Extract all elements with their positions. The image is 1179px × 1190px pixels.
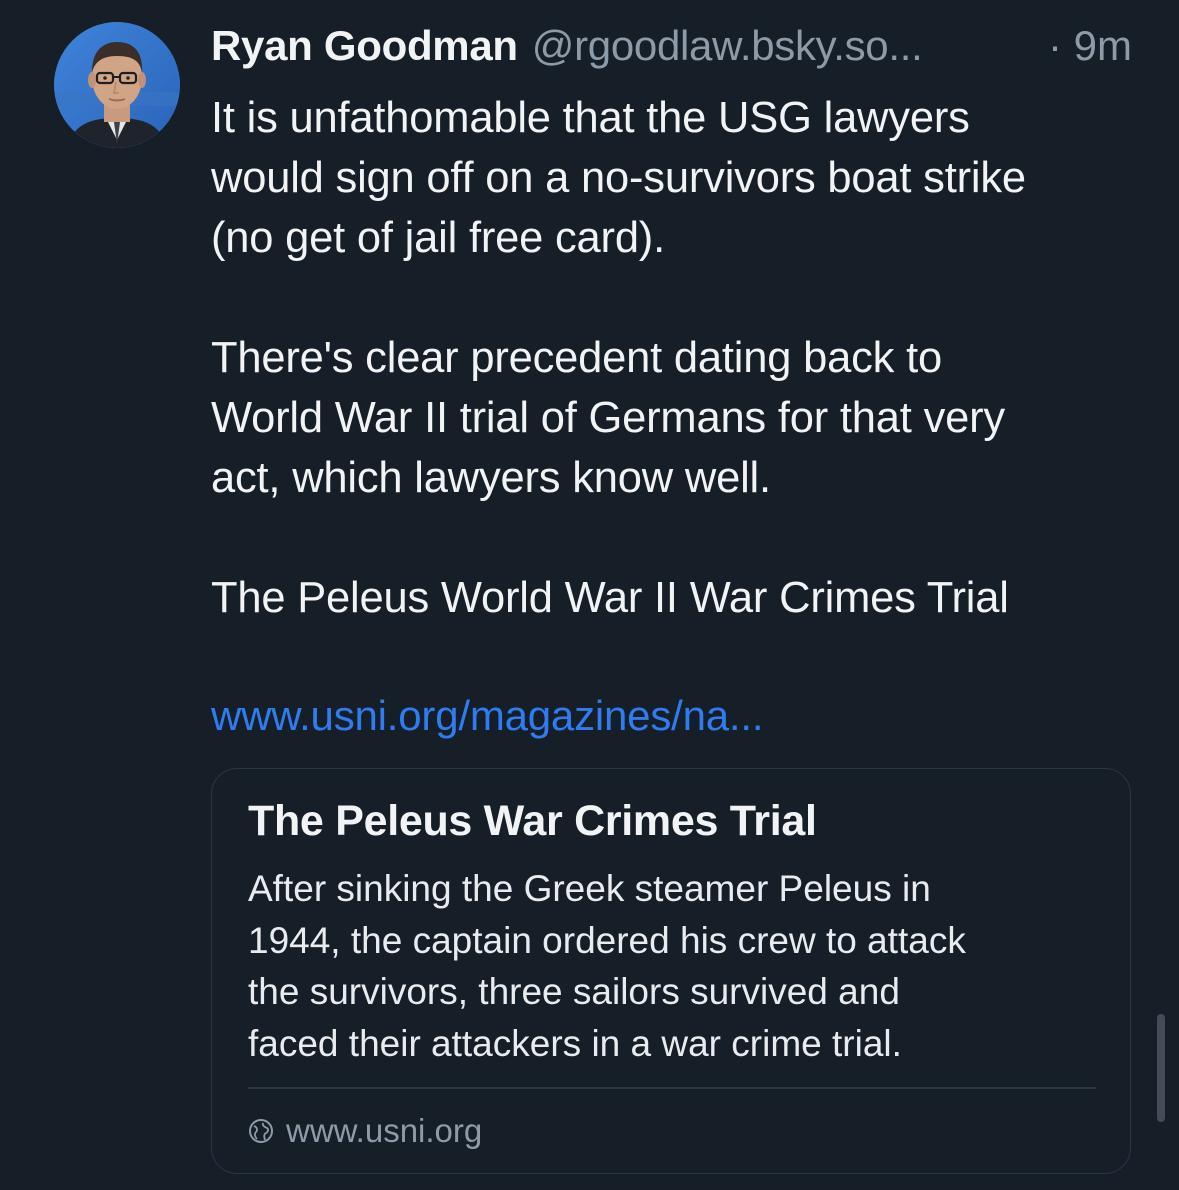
body-paragraph: The Peleus World War II War Crimes Trial — [211, 568, 1156, 628]
body-line: The Peleus World War II War Crimes Trial — [211, 574, 1009, 622]
card-footer: www.usni.org — [248, 1107, 482, 1155]
card-divider — [248, 1087, 1096, 1089]
body-line: It is unfathomable that the USG lawyers — [211, 94, 970, 142]
globe-icon — [249, 1119, 273, 1143]
body-paragraph: There's clear precedent dating back to W… — [211, 328, 1156, 508]
author-avatar[interactable] — [54, 22, 180, 148]
body-line: There's clear precedent dating back to — [211, 334, 942, 382]
author-handle[interactable]: @rgoodlaw.bsky.so... — [532, 22, 923, 70]
card-description: After sinking the Greek steamer Peleus i… — [248, 863, 1108, 1069]
card-description-line: 1944, the captain ordered his crew to at… — [248, 919, 966, 961]
body-paragraph: It is unfathomable that the USG lawyers … — [211, 88, 1156, 268]
post-timestamp[interactable]: · 9m — [1048, 22, 1132, 70]
body-line: World War II trial of Germans for that v… — [211, 394, 1005, 442]
body-line: act, which lawyers know well. — [211, 454, 771, 502]
card-description-line: the survivors, three sailors survived an… — [248, 971, 900, 1012]
scrollbar-thumb[interactable] — [1157, 1014, 1165, 1122]
link-preview-card[interactable]: The Peleus War Crimes Trial After sinkin… — [211, 768, 1131, 1174]
author-name[interactable]: Ryan Goodman — [211, 22, 518, 70]
post[interactable]: Ryan Goodman @rgoodlaw.bsky.so... · 9m I… — [0, 0, 1179, 1190]
body-line: would sign off on a no-survivors boat st… — [211, 154, 1026, 202]
post-header: Ryan Goodman @rgoodlaw.bsky.so... · 9m — [211, 22, 1136, 74]
card-domain: www.usni.org — [286, 1112, 483, 1149]
card-description-line: After sinking the Greek steamer Peleus i… — [248, 868, 931, 909]
card-description-line: faced their attackers in a war crime tri… — [248, 1022, 902, 1064]
card-title: The Peleus War Crimes Trial — [248, 797, 817, 845]
timestamp-separator: · — [1047, 22, 1062, 69]
timestamp-value: 9m — [1073, 22, 1132, 69]
avatar-image — [54, 22, 180, 148]
post-link[interactable]: www.usni.org/magazines/na... — [211, 692, 764, 740]
body-line: (no get of jail free card). — [211, 214, 665, 262]
post-body: It is unfathomable that the USG lawyers … — [211, 88, 1156, 628]
